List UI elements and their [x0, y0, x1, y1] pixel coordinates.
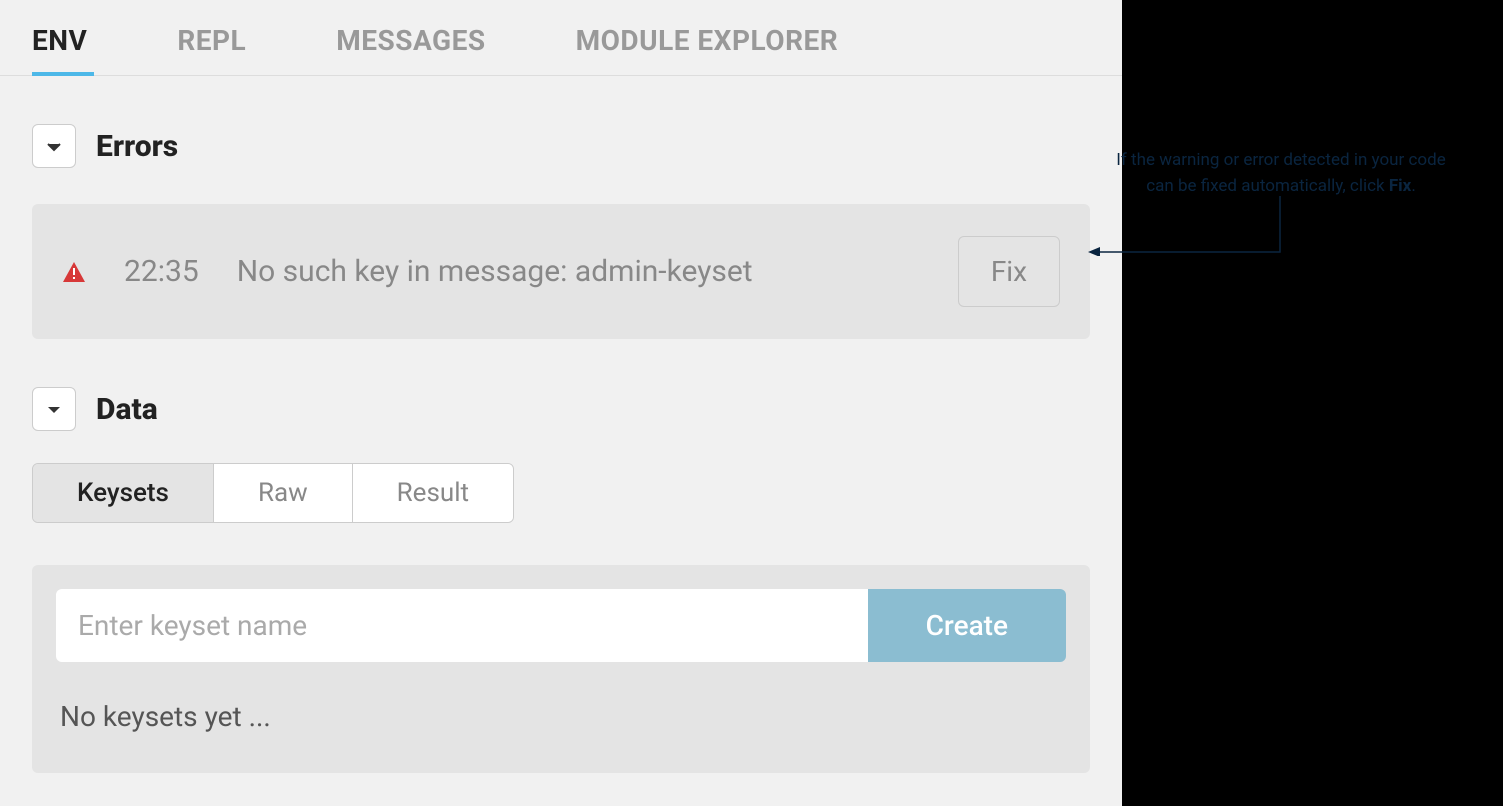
fix-button[interactable]: Fix: [958, 236, 1060, 307]
error-time: 22:35: [124, 254, 199, 289]
tab-repl[interactable]: REPL: [177, 24, 246, 75]
data-collapse-button[interactable]: [32, 387, 76, 431]
error-row: 22:35 No such key in message: admin-keys…: [32, 204, 1090, 339]
annotation-callout: If the warning or error detected in your…: [1066, 148, 1496, 199]
chevron-down-icon: [47, 400, 61, 419]
tabs-bar: ENV REPL MESSAGES MODULE EXPLORER: [0, 0, 1122, 76]
keyset-panel: Create No keysets yet ...: [32, 565, 1090, 773]
data-title: Data: [96, 392, 158, 427]
data-section: Data Keysets Raw Result Create No keyset…: [0, 387, 1122, 773]
annotation-line2-bold: Fix: [1389, 176, 1411, 196]
errors-collapse-button[interactable]: [32, 124, 76, 168]
annotation-line1: If the warning or error detected in your…: [1066, 148, 1496, 174]
keysets-empty-message: No keysets yet ...: [56, 700, 1066, 749]
error-message: No such key in message: admin-keyset: [237, 254, 920, 289]
data-tab-keysets[interactable]: Keysets: [33, 464, 214, 522]
app-panel: ENV REPL MESSAGES MODULE EXPLORER Errors: [0, 0, 1122, 806]
tab-env[interactable]: ENV: [32, 24, 87, 75]
annotation-line2-prefix: can be fixed automatically, click: [1146, 176, 1389, 196]
keyset-input-row: Create: [56, 589, 1066, 662]
data-tabs: Keysets Raw Result: [32, 463, 514, 523]
annotation-line2-suffix: .: [1411, 176, 1415, 196]
create-button[interactable]: Create: [868, 589, 1066, 662]
tab-messages[interactable]: MESSAGES: [336, 24, 485, 75]
data-tab-result[interactable]: Result: [353, 464, 513, 522]
keyset-name-input[interactable]: [56, 589, 868, 662]
chevron-down-icon: [47, 137, 61, 156]
warning-triangle-icon: [62, 261, 86, 283]
data-section-header: Data: [32, 387, 1090, 431]
errors-title: Errors: [96, 129, 178, 164]
tab-module-explorer[interactable]: MODULE EXPLORER: [576, 24, 839, 75]
annotation-line2: can be fixed automatically, click Fix.: [1066, 174, 1496, 200]
data-tab-raw[interactable]: Raw: [214, 464, 353, 522]
errors-section: Errors 22:35 No such key in message: adm…: [0, 124, 1122, 339]
errors-section-header: Errors: [32, 124, 1090, 168]
